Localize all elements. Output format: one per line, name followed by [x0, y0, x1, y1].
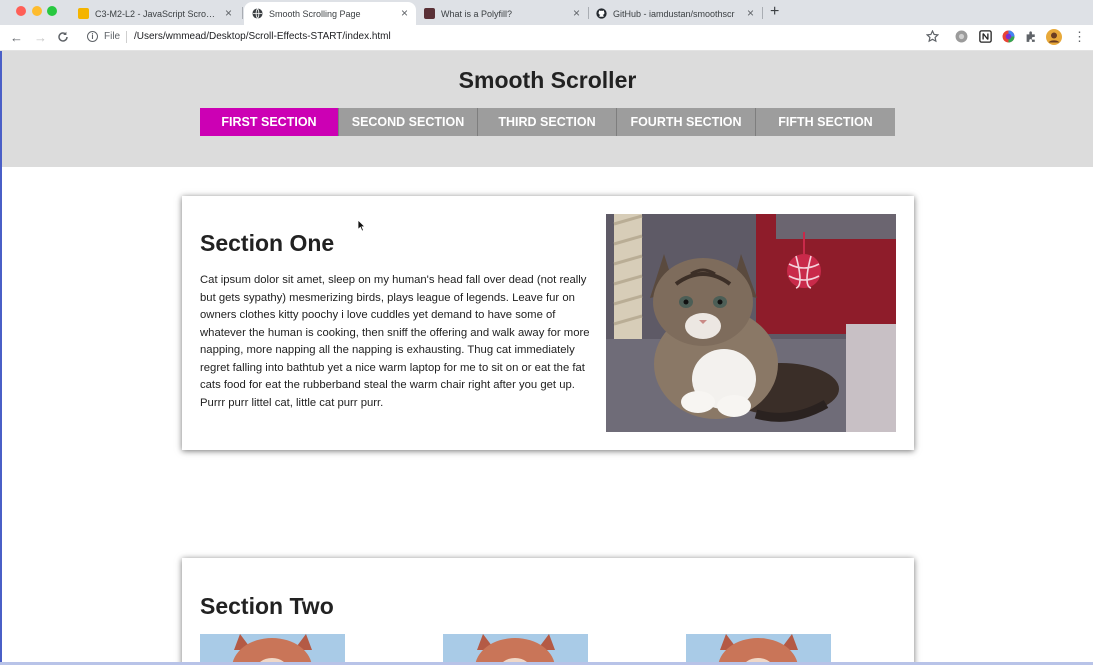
- page-title: Smooth Scroller: [458, 67, 637, 93]
- section-paragraph: Cat ipsum dolor sit amet, sleep on my hu…: [200, 274, 590, 409]
- browser-tab-bar: C3-M2-L2 - JavaScript Scroll E × Smooth …: [0, 0, 1093, 25]
- nav-link-second-section[interactable]: Second Section: [339, 108, 478, 136]
- address-scheme-label: File: [104, 31, 121, 42]
- back-arrow-icon[interactable]: ←: [10, 29, 23, 46]
- close-tab-icon[interactable]: ×: [747, 6, 754, 20]
- kitten-thumbnail-image: [686, 634, 831, 665]
- browser-tab-active[interactable]: Smooth Scrolling Page ×: [244, 2, 416, 25]
- globe-icon: [252, 8, 263, 19]
- kitten-thumbnail-image: [200, 634, 345, 665]
- tab-title: GitHub - iamdustan/smoothscr: [613, 8, 735, 19]
- mouse-cursor-icon: [357, 219, 366, 232]
- tab-divider: [762, 7, 763, 19]
- minimize-window-button[interactable]: [32, 6, 42, 16]
- section-heading: Section One: [200, 230, 335, 256]
- browser-tab[interactable]: C3-M2-L2 - JavaScript Scroll E ×: [70, 2, 240, 25]
- reload-icon[interactable]: [57, 31, 69, 43]
- zoom-window-button[interactable]: [47, 6, 57, 16]
- tab-title: Smooth Scrolling Page: [269, 8, 361, 19]
- site-icon: [424, 8, 435, 19]
- tab-title: C3-M2-L2 - JavaScript Scroll E: [95, 8, 217, 19]
- new-tab-button[interactable]: +: [770, 2, 779, 22]
- close-tab-icon[interactable]: ×: [225, 6, 232, 20]
- kitten-photo: [606, 214, 896, 432]
- section-two-card: Section Two: [182, 558, 914, 665]
- bookmark-star-icon[interactable]: [926, 30, 939, 43]
- profile-avatar-icon[interactable]: [1046, 29, 1062, 45]
- extensions-puzzle-icon[interactable]: [1025, 30, 1038, 43]
- close-tab-icon[interactable]: ×: [401, 6, 408, 20]
- browser-menu-icon[interactable]: ⋮: [1073, 28, 1086, 45]
- nav-link-third-section[interactable]: Third Section: [478, 108, 617, 136]
- site-info-icon[interactable]: i: [87, 31, 98, 42]
- slides-icon: [78, 8, 89, 19]
- color-extension-icon[interactable]: [1002, 30, 1015, 43]
- kitten-thumbnail-image: [443, 634, 588, 665]
- section-one-card: Section One Cat ipsum dolor sit amet, sl…: [182, 196, 914, 450]
- close-tab-icon[interactable]: ×: [573, 6, 580, 20]
- address-divider: [126, 31, 127, 43]
- github-icon: [596, 8, 607, 19]
- tab-divider: [242, 7, 243, 19]
- section-nav: First Section Second Section Third Secti…: [200, 108, 895, 136]
- nav-link-fourth-section[interactable]: Fourth Section: [617, 108, 756, 136]
- nav-link-first-section[interactable]: First Section: [200, 108, 339, 136]
- notion-extension-icon[interactable]: [979, 30, 992, 43]
- browser-tab[interactable]: GitHub - iamdustan/smoothscr ×: [590, 2, 762, 25]
- kitten-thumbnail: [443, 634, 588, 665]
- kitten-image: [606, 214, 896, 432]
- address-bar-url[interactable]: /Users/wmmead/Desktop/Scroll-Effects-STA…: [134, 31, 391, 42]
- kitten-thumbnail: [686, 634, 831, 665]
- browser-tab[interactable]: What is a Polyfill? ×: [416, 2, 588, 25]
- site-header: Smooth Scroller First Section Second Sec…: [2, 51, 1093, 167]
- forward-arrow-icon[interactable]: →: [34, 29, 47, 46]
- kitten-thumbnail: [200, 634, 345, 665]
- tab-title: What is a Polyfill?: [441, 8, 513, 19]
- extension-grey-icon[interactable]: [955, 30, 968, 43]
- browser-toolbar: ← → i File /Users/wmmead/Desktop/Scroll-…: [0, 25, 1093, 51]
- tab-divider: [588, 7, 589, 19]
- close-window-button[interactable]: [16, 6, 26, 16]
- section-heading: Section Two: [200, 593, 334, 619]
- nav-link-fifth-section[interactable]: Fifth Section: [756, 108, 895, 136]
